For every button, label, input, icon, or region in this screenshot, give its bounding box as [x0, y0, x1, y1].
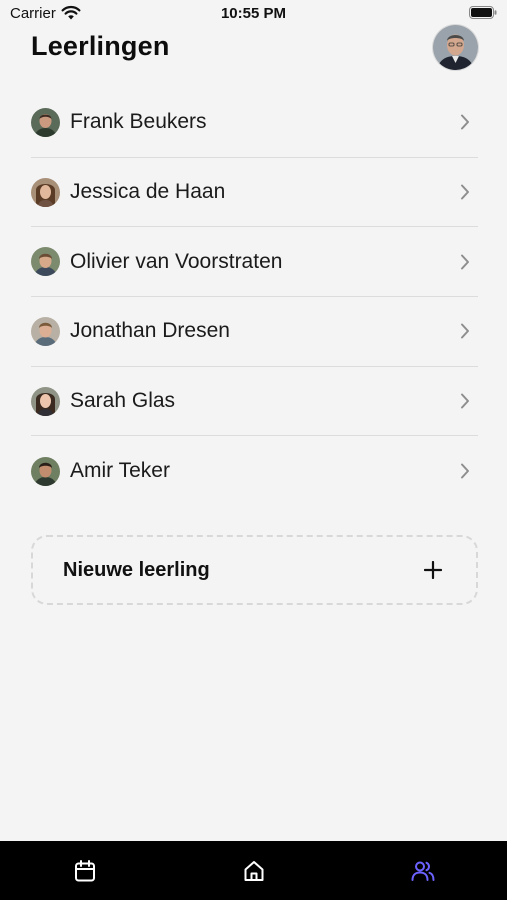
battery-icon	[469, 6, 497, 19]
avatar	[31, 316, 60, 346]
student-row[interactable]: Jessica de Haan	[31, 158, 478, 228]
student-row[interactable]: Amir Teker	[31, 436, 478, 506]
avatar	[31, 177, 60, 207]
tab-students[interactable]	[338, 841, 507, 900]
new-student-button[interactable]: Nieuwe leerling	[31, 535, 478, 605]
chevron-right-icon	[461, 254, 469, 270]
users-icon	[411, 861, 434, 881]
plus-icon	[424, 561, 442, 579]
status-bar: Carrier 10:55 PM	[0, 0, 507, 28]
chevron-right-icon	[461, 393, 469, 409]
chevron-right-icon	[461, 323, 469, 339]
student-name: Frank Beukers	[70, 110, 207, 134]
app-screen: Carrier 10:55 PM Leerlingen Frank Beuker…	[0, 0, 507, 900]
chevron-right-icon	[461, 184, 469, 200]
profile-avatar[interactable]	[433, 25, 478, 70]
status-time: 10:55 PM	[220, 5, 287, 22]
tab-calendar[interactable]	[0, 841, 169, 900]
student-row[interactable]: Sarah Glas	[31, 367, 478, 437]
chevron-right-icon	[461, 114, 469, 130]
calendar-icon	[74, 859, 95, 881]
student-name: Jessica de Haan	[70, 180, 226, 204]
home-icon	[244, 860, 263, 881]
avatar	[31, 386, 60, 416]
student-name: Jonathan Dresen	[70, 319, 230, 343]
new-student-label: Nieuwe leerling	[63, 558, 210, 581]
student-row[interactable]: Jonathan Dresen	[31, 297, 478, 367]
avatar	[31, 456, 60, 486]
student-name: Olivier van Voorstraten	[70, 249, 283, 273]
student-name: Amir Teker	[70, 459, 170, 483]
tab-bar	[0, 841, 507, 900]
chevron-right-icon	[461, 463, 469, 479]
student-row[interactable]: Olivier van Voorstraten	[31, 227, 478, 298]
avatar	[31, 107, 60, 137]
tab-home[interactable]	[169, 841, 338, 900]
avatar	[31, 247, 60, 277]
student-list: Frank Beukers Jessica de Haan Olivier va…	[31, 88, 478, 506]
student-row[interactable]: Frank Beukers	[31, 88, 478, 158]
student-name: Sarah Glas	[70, 389, 176, 413]
page-title: Leerlingen	[31, 31, 170, 61]
